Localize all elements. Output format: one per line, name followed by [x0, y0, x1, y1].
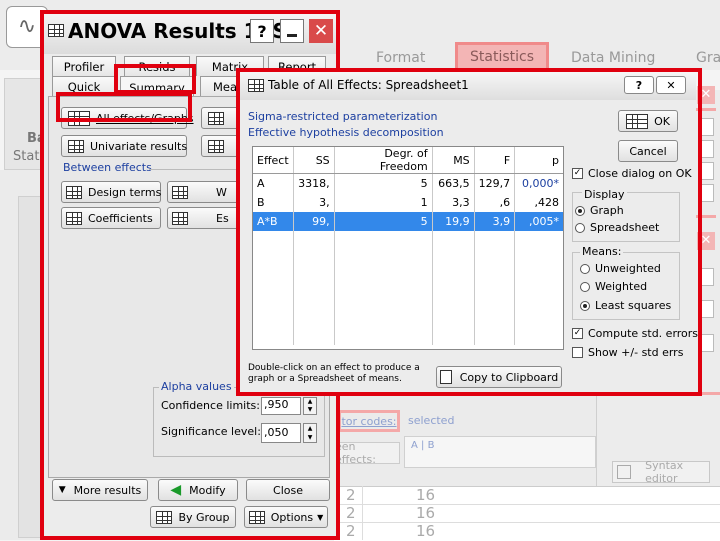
ribbon-tab-graphs[interactable]: Gra	[696, 50, 720, 66]
bg-field-7	[700, 334, 714, 352]
bg-field-5	[700, 268, 714, 286]
bg-faded-frame-bottom	[322, 392, 720, 494]
spreadsheet-cell-a1: 2	[346, 486, 356, 504]
ribbon-tab-data-mining[interactable]: Data Mining	[571, 50, 655, 66]
basic-statistics-label-2: Stat	[13, 149, 40, 164]
highlight-summary-tab	[114, 64, 196, 94]
bg-field-2	[700, 140, 714, 158]
spreadsheet-cell-a2: 2	[346, 504, 356, 522]
highlight-all-effects-button	[56, 92, 192, 122]
spreadsheet-cell-a3: 2	[346, 522, 356, 540]
spreadsheet-row-3: 2 16	[334, 522, 720, 540]
ribbon-tab-statistics-label: Statistics	[470, 49, 534, 65]
spreadsheet-cell-b2: 16	[416, 504, 436, 522]
bg-field-6	[700, 300, 714, 318]
bg-field-4	[700, 184, 714, 202]
spreadsheet-cell-b3: 16	[416, 522, 436, 540]
spreadsheet-row-1: 2 16	[334, 486, 720, 505]
spreadsheet-col-divider	[362, 486, 363, 540]
highlight-effects-dialog	[236, 68, 702, 396]
bg-field-3	[700, 162, 714, 180]
ribbon-tab-format[interactable]: Format	[376, 50, 425, 66]
spreadsheet-row-2: 2 16	[334, 504, 720, 523]
left-panel	[18, 196, 42, 538]
bg-field-1	[700, 118, 714, 136]
spreadsheet-cell-b1: 16	[416, 486, 436, 504]
